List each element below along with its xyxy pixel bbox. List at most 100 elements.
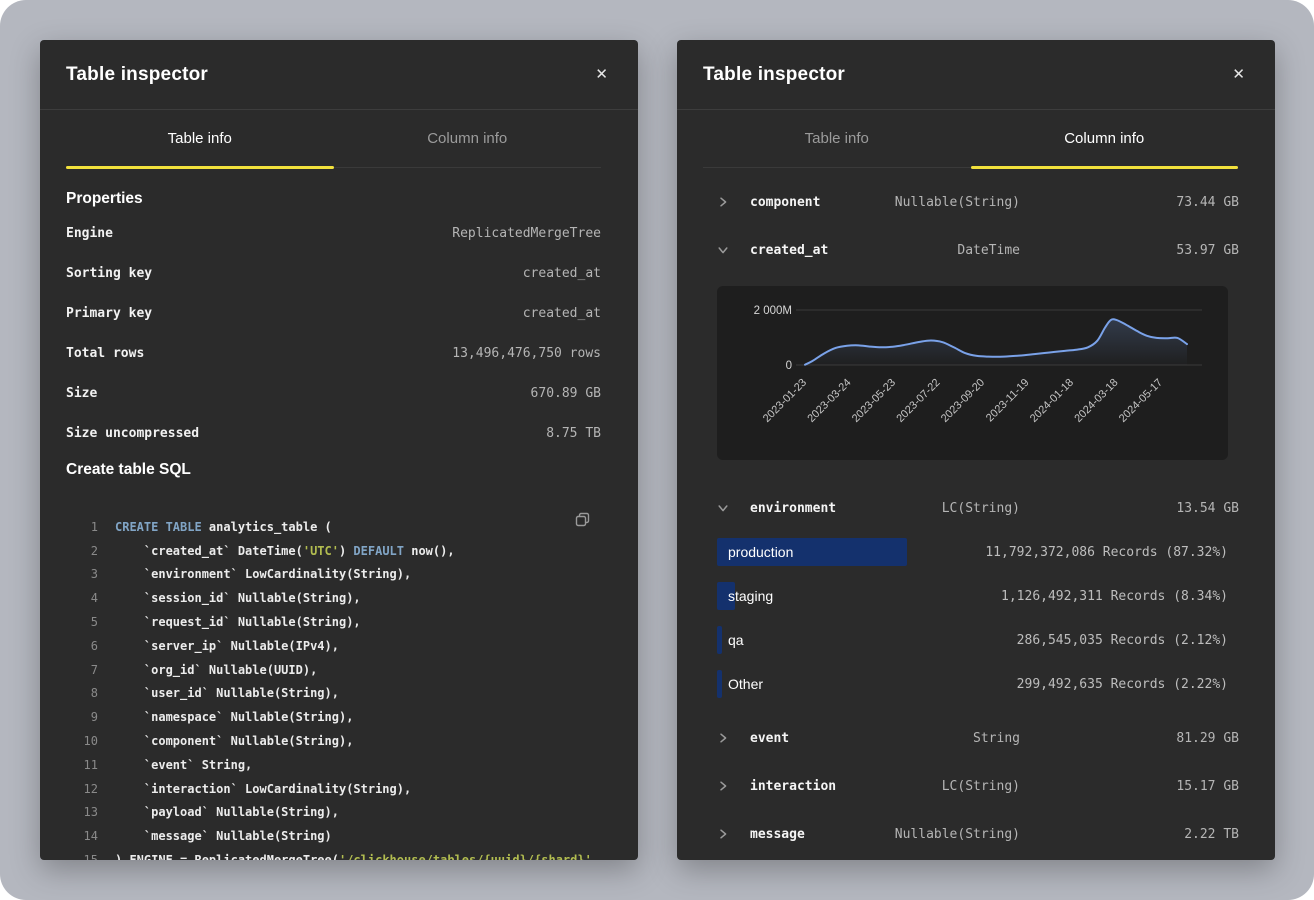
- property-label: Engine: [66, 226, 113, 241]
- column-type: LC(String): [942, 779, 1020, 794]
- column-row[interactable]: interaction LC(String) 15.17 GB: [703, 762, 1239, 810]
- value-label: qa: [728, 632, 744, 648]
- sql-line: 10 `component` Nullable(String),: [66, 729, 601, 753]
- line-number: 4: [66, 591, 98, 605]
- column-name: created_at: [750, 243, 828, 258]
- dialog-header: Table inspector ✕: [40, 40, 638, 110]
- property-label: Sorting key: [66, 266, 152, 281]
- sql-line: 1 CREATE TABLE analytics_table (: [66, 515, 601, 539]
- x-axis-tick-label: 2024-03-18: [1072, 377, 1120, 425]
- chevron-right-icon[interactable]: [717, 195, 731, 209]
- sql-line: 7 `org_id` Nullable(UUID),: [66, 658, 601, 682]
- column-row[interactable]: message Nullable(String) 2.22 TB: [703, 810, 1239, 858]
- chevron-right-icon[interactable]: [717, 779, 731, 793]
- column-name: interaction: [750, 779, 836, 794]
- close-icon[interactable]: ✕: [1226, 63, 1251, 86]
- column-size: 81.29 GB: [1020, 731, 1239, 746]
- sql-line: 8 `user_id` Nullable(String),: [66, 682, 601, 706]
- column-size: 53.97 GB: [1020, 243, 1239, 258]
- sql-code: CREATE TABLE analytics_table (: [115, 520, 332, 534]
- value-record-count: 11,792,372,086 Records (87.32%): [985, 545, 1239, 560]
- x-axis-tick-label: 2023-11-19: [984, 377, 1032, 425]
- line-number: 5: [66, 615, 98, 629]
- sql-line: 3 `environment` LowCardinality(String),: [66, 563, 601, 587]
- column-name: environment: [750, 501, 836, 516]
- sql-code: `server_ip` Nullable(IPv4),: [115, 639, 339, 653]
- tab-bar: Table info Column info: [66, 110, 601, 168]
- column-row[interactable]: event String 81.29 GB: [703, 714, 1239, 762]
- chevron-right-icon[interactable]: [717, 827, 731, 841]
- column-row[interactable]: component Nullable(String) 73.44 GB: [703, 178, 1239, 226]
- value-label: staging: [728, 588, 773, 604]
- property-row: Size uncompressed 8.75 TB: [66, 413, 601, 453]
- property-row: Primary key created_at: [66, 293, 601, 333]
- column-row[interactable]: environment LC(String) 13.54 GB: [703, 484, 1239, 532]
- column-size: 13.54 GB: [1020, 501, 1239, 516]
- column-name: component: [750, 195, 820, 210]
- chevron-right-icon[interactable]: [717, 731, 731, 745]
- line-number: 8: [66, 686, 98, 700]
- line-number: 3: [66, 567, 98, 581]
- line-number: 6: [66, 639, 98, 653]
- tab-column-info[interactable]: Column info: [971, 110, 1239, 167]
- properties-heading: Properties: [66, 190, 601, 208]
- column-name: event: [750, 731, 789, 746]
- line-number: 10: [66, 734, 98, 748]
- chevron-down-icon[interactable]: [717, 243, 731, 257]
- value-label: production: [728, 544, 793, 560]
- line-number: 7: [66, 663, 98, 677]
- chevron-down-icon[interactable]: [717, 501, 731, 515]
- x-axis-tick-label: 2023-01-23: [761, 377, 809, 425]
- column-list: component Nullable(String) 73.44 GB crea…: [677, 168, 1275, 858]
- sql-line: 11 `event` String,: [66, 753, 601, 777]
- value-record-count: 286,545,035 Records (2.12%): [1017, 633, 1239, 648]
- environment-value-row: production 11,792,372,086 Records (87.32…: [717, 538, 1239, 566]
- copy-icon[interactable]: [572, 509, 593, 533]
- sql-code-block: 1 CREATE TABLE analytics_table ( 2 `crea…: [66, 515, 601, 860]
- tab-table-info[interactable]: Table info: [703, 110, 971, 167]
- x-axis-tick-label: 2023-07-22: [894, 377, 942, 425]
- x-axis-tick-label: 2023-03-24: [805, 377, 853, 425]
- property-row: Sorting key created_at: [66, 253, 601, 293]
- value-record-count: 299,492,635 Records (2.22%): [1017, 677, 1239, 692]
- tab-table-info[interactable]: Table info: [66, 110, 334, 167]
- table-inspector-dialog-table-info: Table inspector ✕ Table info Column info…: [40, 40, 638, 860]
- sql-line: 15 ) ENGINE = ReplicatedMergeTree('/clic…: [66, 848, 601, 860]
- property-row: Engine ReplicatedMergeTree: [66, 213, 601, 253]
- dialog-title: Table inspector: [703, 64, 845, 86]
- value-share-bar: [717, 670, 722, 698]
- value-label: Other: [728, 676, 763, 692]
- sql-line: 5 `request_id` Nullable(String),: [66, 610, 601, 634]
- sql-line: 6 `server_ip` Nullable(IPv4),: [66, 634, 601, 658]
- tab-column-info[interactable]: Column info: [334, 110, 602, 167]
- value-share-bar: [717, 626, 722, 654]
- column-size: 2.22 TB: [1020, 827, 1239, 842]
- sql-code: `request_id` Nullable(String),: [115, 615, 361, 629]
- table-info-content: Properties Engine ReplicatedMergeTree So…: [40, 190, 638, 860]
- environment-value-breakdown: production 11,792,372,086 Records (87.32…: [717, 538, 1239, 698]
- x-axis-tick-label: 2024-01-18: [1028, 377, 1076, 425]
- column-size: 73.44 GB: [1020, 195, 1239, 210]
- property-value: created_at: [523, 306, 601, 321]
- property-row: Total rows 13,496,476,750 rows: [66, 333, 601, 373]
- column-type: String: [973, 731, 1020, 746]
- sql-code: `namespace` Nullable(String),: [115, 710, 353, 724]
- y-axis-tick-label: 2 000M: [754, 305, 792, 317]
- properties-list: Engine ReplicatedMergeTree Sorting key c…: [66, 213, 601, 453]
- environment-value-row: qa 286,545,035 Records (2.12%): [717, 626, 1239, 654]
- column-type: Nullable(String): [895, 195, 1020, 210]
- line-number: 9: [66, 710, 98, 724]
- property-label: Total rows: [66, 346, 144, 361]
- sql-code: `created_at` DateTime('UTC') DEFAULT now…: [115, 544, 455, 558]
- property-value: 670.89 GB: [531, 386, 601, 401]
- property-value: 8.75 TB: [546, 426, 601, 441]
- sql-line: 14 `message` Nullable(String): [66, 824, 601, 848]
- sql-line: 9 `namespace` Nullable(String),: [66, 705, 601, 729]
- dialog-header: Table inspector ✕: [677, 40, 1275, 110]
- sql-code: `payload` Nullable(String),: [115, 805, 339, 819]
- page-background: Table inspector ✕ Table info Column info…: [0, 0, 1314, 900]
- table-inspector-dialog-column-info: Table inspector ✕ Table info Column info…: [677, 40, 1275, 860]
- line-number: 1: [66, 520, 98, 534]
- close-icon[interactable]: ✕: [589, 63, 614, 86]
- column-row[interactable]: created_at DateTime 53.97 GB: [703, 226, 1239, 274]
